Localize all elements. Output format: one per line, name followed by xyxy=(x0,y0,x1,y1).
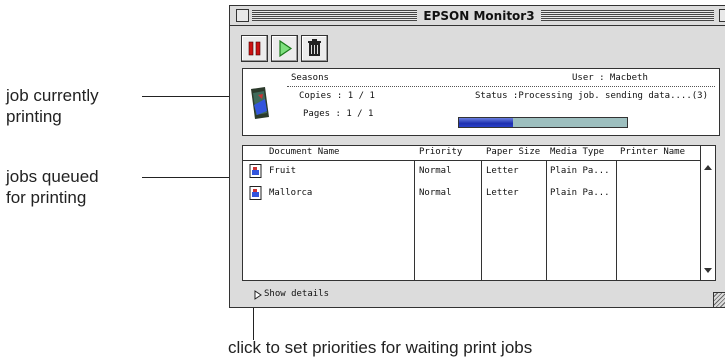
column-header-paper-size[interactable]: Paper Size xyxy=(486,147,540,157)
divider xyxy=(287,86,715,87)
row-paper-size: Letter xyxy=(486,188,519,198)
scroll-up-arrow-icon[interactable] xyxy=(701,160,715,174)
current-user: User : Macbeth xyxy=(572,73,648,83)
resize-handle-icon[interactable] xyxy=(713,292,725,307)
delete-button[interactable] xyxy=(301,35,328,62)
callout-line: jobs queued xyxy=(6,167,99,186)
show-details-label: Show details xyxy=(264,289,330,299)
callout-current-job: job currently printing xyxy=(6,85,99,127)
leader-line xyxy=(142,177,232,178)
column-header-document[interactable]: Document Name xyxy=(269,147,339,157)
callout-line: for printing xyxy=(6,188,87,207)
row-paper-size: Letter xyxy=(486,166,519,176)
play-icon xyxy=(279,39,293,58)
epson-monitor-window: EPSON Monitor3 Seasons User: Macbeth Co… xyxy=(229,5,725,308)
pause-button[interactable] xyxy=(241,35,268,62)
row-media-type: Plain Pa... xyxy=(550,166,610,176)
zoom-box-icon[interactable] xyxy=(719,9,725,22)
callout-line: job currently xyxy=(6,86,99,105)
scroll-down-arrow-icon[interactable] xyxy=(701,264,715,278)
callout-queued-jobs: jobs queued for printing xyxy=(6,166,99,208)
column-header-printer-name[interactable]: Printer Name xyxy=(620,147,685,157)
table-row[interactable]: Mallorca Normal Letter Plain Pa... xyxy=(243,185,701,203)
copies-count: Copies : 1 / 1 xyxy=(299,91,375,101)
row-document-name: Fruit xyxy=(269,166,297,176)
window-title: EPSON Monitor3 xyxy=(417,9,541,23)
callout-line: printing xyxy=(6,107,62,126)
document-icon xyxy=(249,164,262,178)
job-queue-table: Document Name Priority Paper Size Media … xyxy=(242,145,716,281)
pages-count: Pages : 1 / 1 xyxy=(303,109,374,119)
column-header-priority[interactable]: Priority xyxy=(419,147,462,157)
row-document-name: Mallorca xyxy=(269,188,313,198)
print-progress-bar xyxy=(458,117,628,128)
row-media-type: Plain Pa... xyxy=(550,188,610,198)
row-priority: Normal xyxy=(419,166,452,176)
vertical-scrollbar[interactable] xyxy=(700,146,715,280)
current-document-name: Seasons xyxy=(291,73,329,83)
column-header-media-type[interactable]: Media Type xyxy=(550,147,604,157)
table-row[interactable]: Fruit Normal Letter Plain Pa... xyxy=(243,163,701,181)
progress-fill xyxy=(459,118,513,127)
printer-job-icon xyxy=(251,87,269,119)
pause-icon xyxy=(248,41,261,56)
title-bar[interactable]: EPSON Monitor3 xyxy=(230,6,725,26)
row-priority: Normal xyxy=(419,188,452,198)
document-icon xyxy=(249,186,262,200)
leader-line xyxy=(142,96,232,97)
trash-icon xyxy=(308,39,321,56)
disclosure-triangle-icon[interactable] xyxy=(254,290,262,300)
resume-button[interactable] xyxy=(271,35,298,62)
callout-details-hint: click to set priorities for waiting prin… xyxy=(228,338,533,357)
current-job-panel: Seasons User : Macbeth Copies : 1 / 1 St… xyxy=(242,68,720,136)
job-status: Status :Processing job. sending data....… xyxy=(475,91,708,101)
